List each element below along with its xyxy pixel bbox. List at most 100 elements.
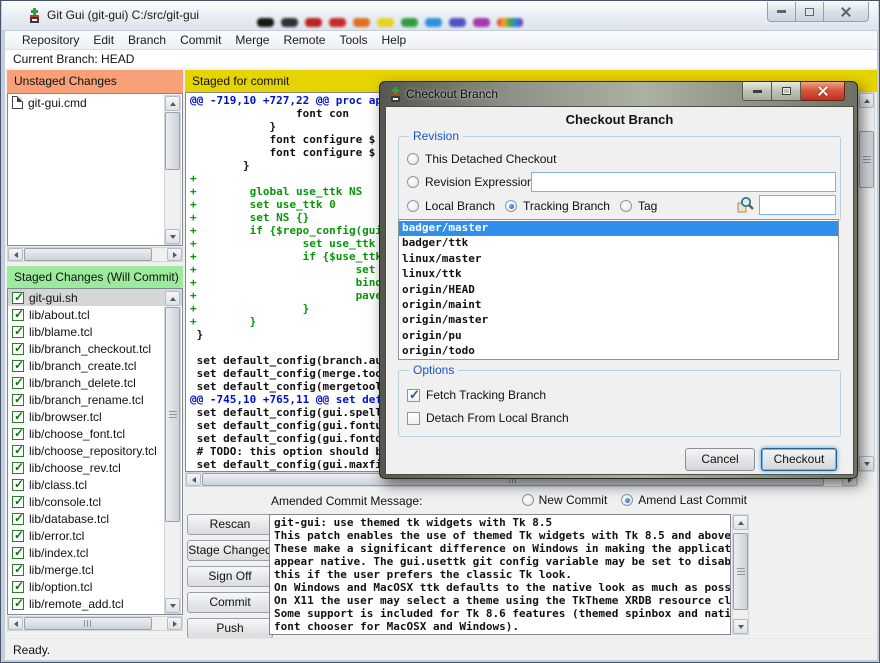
staged-file-row[interactable]: lib/remote_add.tcl: [8, 595, 182, 612]
commit-message-scrollbar[interactable]: [732, 514, 749, 635]
staged-check-icon[interactable]: [12, 496, 24, 508]
branch-list-item[interactable]: origin/pu: [399, 329, 838, 344]
branch-list-item[interactable]: origin/HEAD: [399, 283, 838, 298]
staged-file-row[interactable]: lib/error.tcl: [8, 527, 182, 544]
local-branch-radio[interactable]: [407, 200, 419, 212]
push-button[interactable]: Push: [187, 618, 273, 639]
staged-file-row[interactable]: lib/database.tcl: [8, 510, 182, 527]
detached-checkout-option[interactable]: This Detached Checkout: [407, 151, 556, 167]
sign-off-button[interactable]: Sign Off: [187, 566, 273, 587]
staged-check-icon[interactable]: [12, 479, 24, 491]
staged-check-icon[interactable]: [12, 462, 24, 474]
new-commit-option[interactable]: New Commit: [522, 493, 608, 507]
unstaged-horizontal-scrollbar[interactable]: [7, 247, 183, 262]
revision-expression-option[interactable]: Revision Expression:: [407, 174, 537, 190]
diff-vertical-scrollbar[interactable]: [858, 92, 875, 472]
staged-vertical-scrollbar[interactable]: [164, 290, 181, 614]
scroll-down-arrow[interactable]: [733, 619, 748, 634]
staged-file-row[interactable]: lib/choose_rev.tcl: [8, 459, 182, 476]
scrollbar-thumb[interactable]: [859, 131, 874, 188]
fetch-tracking-checkbox[interactable]: [407, 389, 420, 402]
staged-check-icon[interactable]: [12, 598, 24, 610]
staged-check-icon[interactable]: [12, 445, 24, 457]
staged-check-icon[interactable]: [12, 513, 24, 525]
staged-file-row[interactable]: lib/class.tcl: [8, 476, 182, 493]
staged-file-row[interactable]: lib/branch_rename.tcl: [8, 391, 182, 408]
branch-list-item[interactable]: badger/ttk: [399, 236, 838, 251]
staged-check-icon[interactable]: [12, 581, 24, 593]
staged-horizontal-scrollbar[interactable]: [7, 616, 183, 631]
staged-check-icon[interactable]: [12, 428, 24, 440]
branch-list-item[interactable]: origin/master: [399, 313, 838, 328]
menu-merge[interactable]: Merge: [228, 33, 276, 47]
staged-file-row[interactable]: lib/merge.tcl: [8, 561, 182, 578]
staged-check-icon[interactable]: [12, 292, 24, 304]
branch-list-item[interactable]: origin/todo: [399, 344, 838, 359]
scroll-left-arrow[interactable]: [8, 248, 23, 261]
scroll-left-arrow[interactable]: [186, 473, 201, 486]
scroll-down-arrow[interactable]: [859, 456, 874, 471]
scroll-up-arrow[interactable]: [165, 96, 180, 111]
menu-help[interactable]: Help: [374, 33, 413, 47]
staged-file-row[interactable]: lib/branch_create.tcl: [8, 357, 182, 374]
staged-file-row[interactable]: lib/about.tcl: [8, 306, 182, 323]
scrollbar-thumb[interactable]: [733, 533, 748, 610]
branch-list-item[interactable]: badger/master: [399, 221, 838, 236]
scrollbar-thumb[interactable]: [24, 248, 152, 261]
staged-file-row[interactable]: lib/option.tcl: [8, 578, 182, 595]
detached-checkout-radio[interactable]: [407, 153, 419, 165]
tracking-branch-radio[interactable]: [505, 200, 517, 212]
staged-check-icon[interactable]: [12, 394, 24, 406]
detach-local-option[interactable]: Detach From Local Branch: [407, 410, 569, 426]
fetch-tracking-option[interactable]: Fetch Tracking Branch: [407, 387, 546, 403]
staged-file-row[interactable]: lib/browser.tcl: [8, 408, 182, 425]
staged-file-row[interactable]: lib/choose_repository.tcl: [8, 442, 182, 459]
new-commit-radio[interactable]: [522, 494, 534, 506]
staged-file-row[interactable]: lib/choose_font.tcl: [8, 425, 182, 442]
staged-check-icon[interactable]: [12, 377, 24, 389]
dialog-close-button[interactable]: [801, 82, 845, 101]
dialog-maximize-button[interactable]: [772, 82, 801, 101]
menu-repository[interactable]: Repository: [15, 33, 86, 47]
scroll-up-arrow[interactable]: [165, 291, 180, 306]
menu-edit[interactable]: Edit: [86, 33, 121, 47]
scrollbar-thumb[interactable]: [24, 617, 152, 630]
scroll-right-arrow[interactable]: [167, 617, 182, 630]
staged-file-row[interactable]: lib/console.tcl: [8, 493, 182, 510]
staged-check-icon[interactable]: [12, 326, 24, 338]
revision-expression-input[interactable]: [531, 172, 836, 192]
staged-check-icon[interactable]: [12, 343, 24, 355]
staged-check-icon[interactable]: [12, 360, 24, 372]
staged-check-icon[interactable]: [12, 547, 24, 559]
staged-file-row[interactable]: git-gui.sh: [8, 289, 182, 306]
staged-file-row[interactable]: lib/blame.tcl: [8, 323, 182, 340]
menu-branch[interactable]: Branch: [121, 33, 173, 47]
scroll-up-arrow[interactable]: [733, 515, 748, 530]
branch-list-item[interactable]: linux/master: [399, 252, 838, 267]
dialog-minimize-button[interactable]: [742, 82, 772, 101]
staged-file-row[interactable]: lib/branch_checkout.tcl: [8, 340, 182, 357]
minimize-button[interactable]: [767, 2, 796, 22]
scroll-left-arrow[interactable]: [8, 617, 23, 630]
menu-tools[interactable]: Tools: [332, 33, 374, 47]
scroll-up-arrow[interactable]: [859, 93, 874, 108]
amend-last-commit-radio[interactable]: [621, 494, 633, 506]
maximize-button[interactable]: [796, 2, 824, 22]
amend-last-commit-option[interactable]: Amend Last Commit: [621, 493, 747, 507]
tag-radio[interactable]: [620, 200, 632, 212]
commit-message-editor[interactable]: git-gui: use themed tk widgets with Tk 8…: [269, 514, 731, 635]
commit-button[interactable]: Commit: [187, 592, 273, 613]
close-button[interactable]: [824, 2, 869, 22]
unstaged-vertical-scrollbar[interactable]: [164, 95, 181, 245]
staged-check-icon[interactable]: [12, 564, 24, 576]
menu-commit[interactable]: Commit: [173, 33, 228, 47]
branch-filter-input[interactable]: [759, 195, 836, 215]
scrollbar-thumb[interactable]: [165, 112, 180, 170]
staged-check-icon[interactable]: [12, 411, 24, 423]
scroll-right-arrow[interactable]: [167, 248, 182, 261]
scrollbar-thumb[interactable]: [165, 307, 180, 522]
detach-local-checkbox[interactable]: [407, 412, 420, 425]
staged-check-icon[interactable]: [12, 530, 24, 542]
branch-list-item[interactable]: linux/ttk: [399, 267, 838, 282]
revision-expression-radio[interactable]: [407, 176, 419, 188]
